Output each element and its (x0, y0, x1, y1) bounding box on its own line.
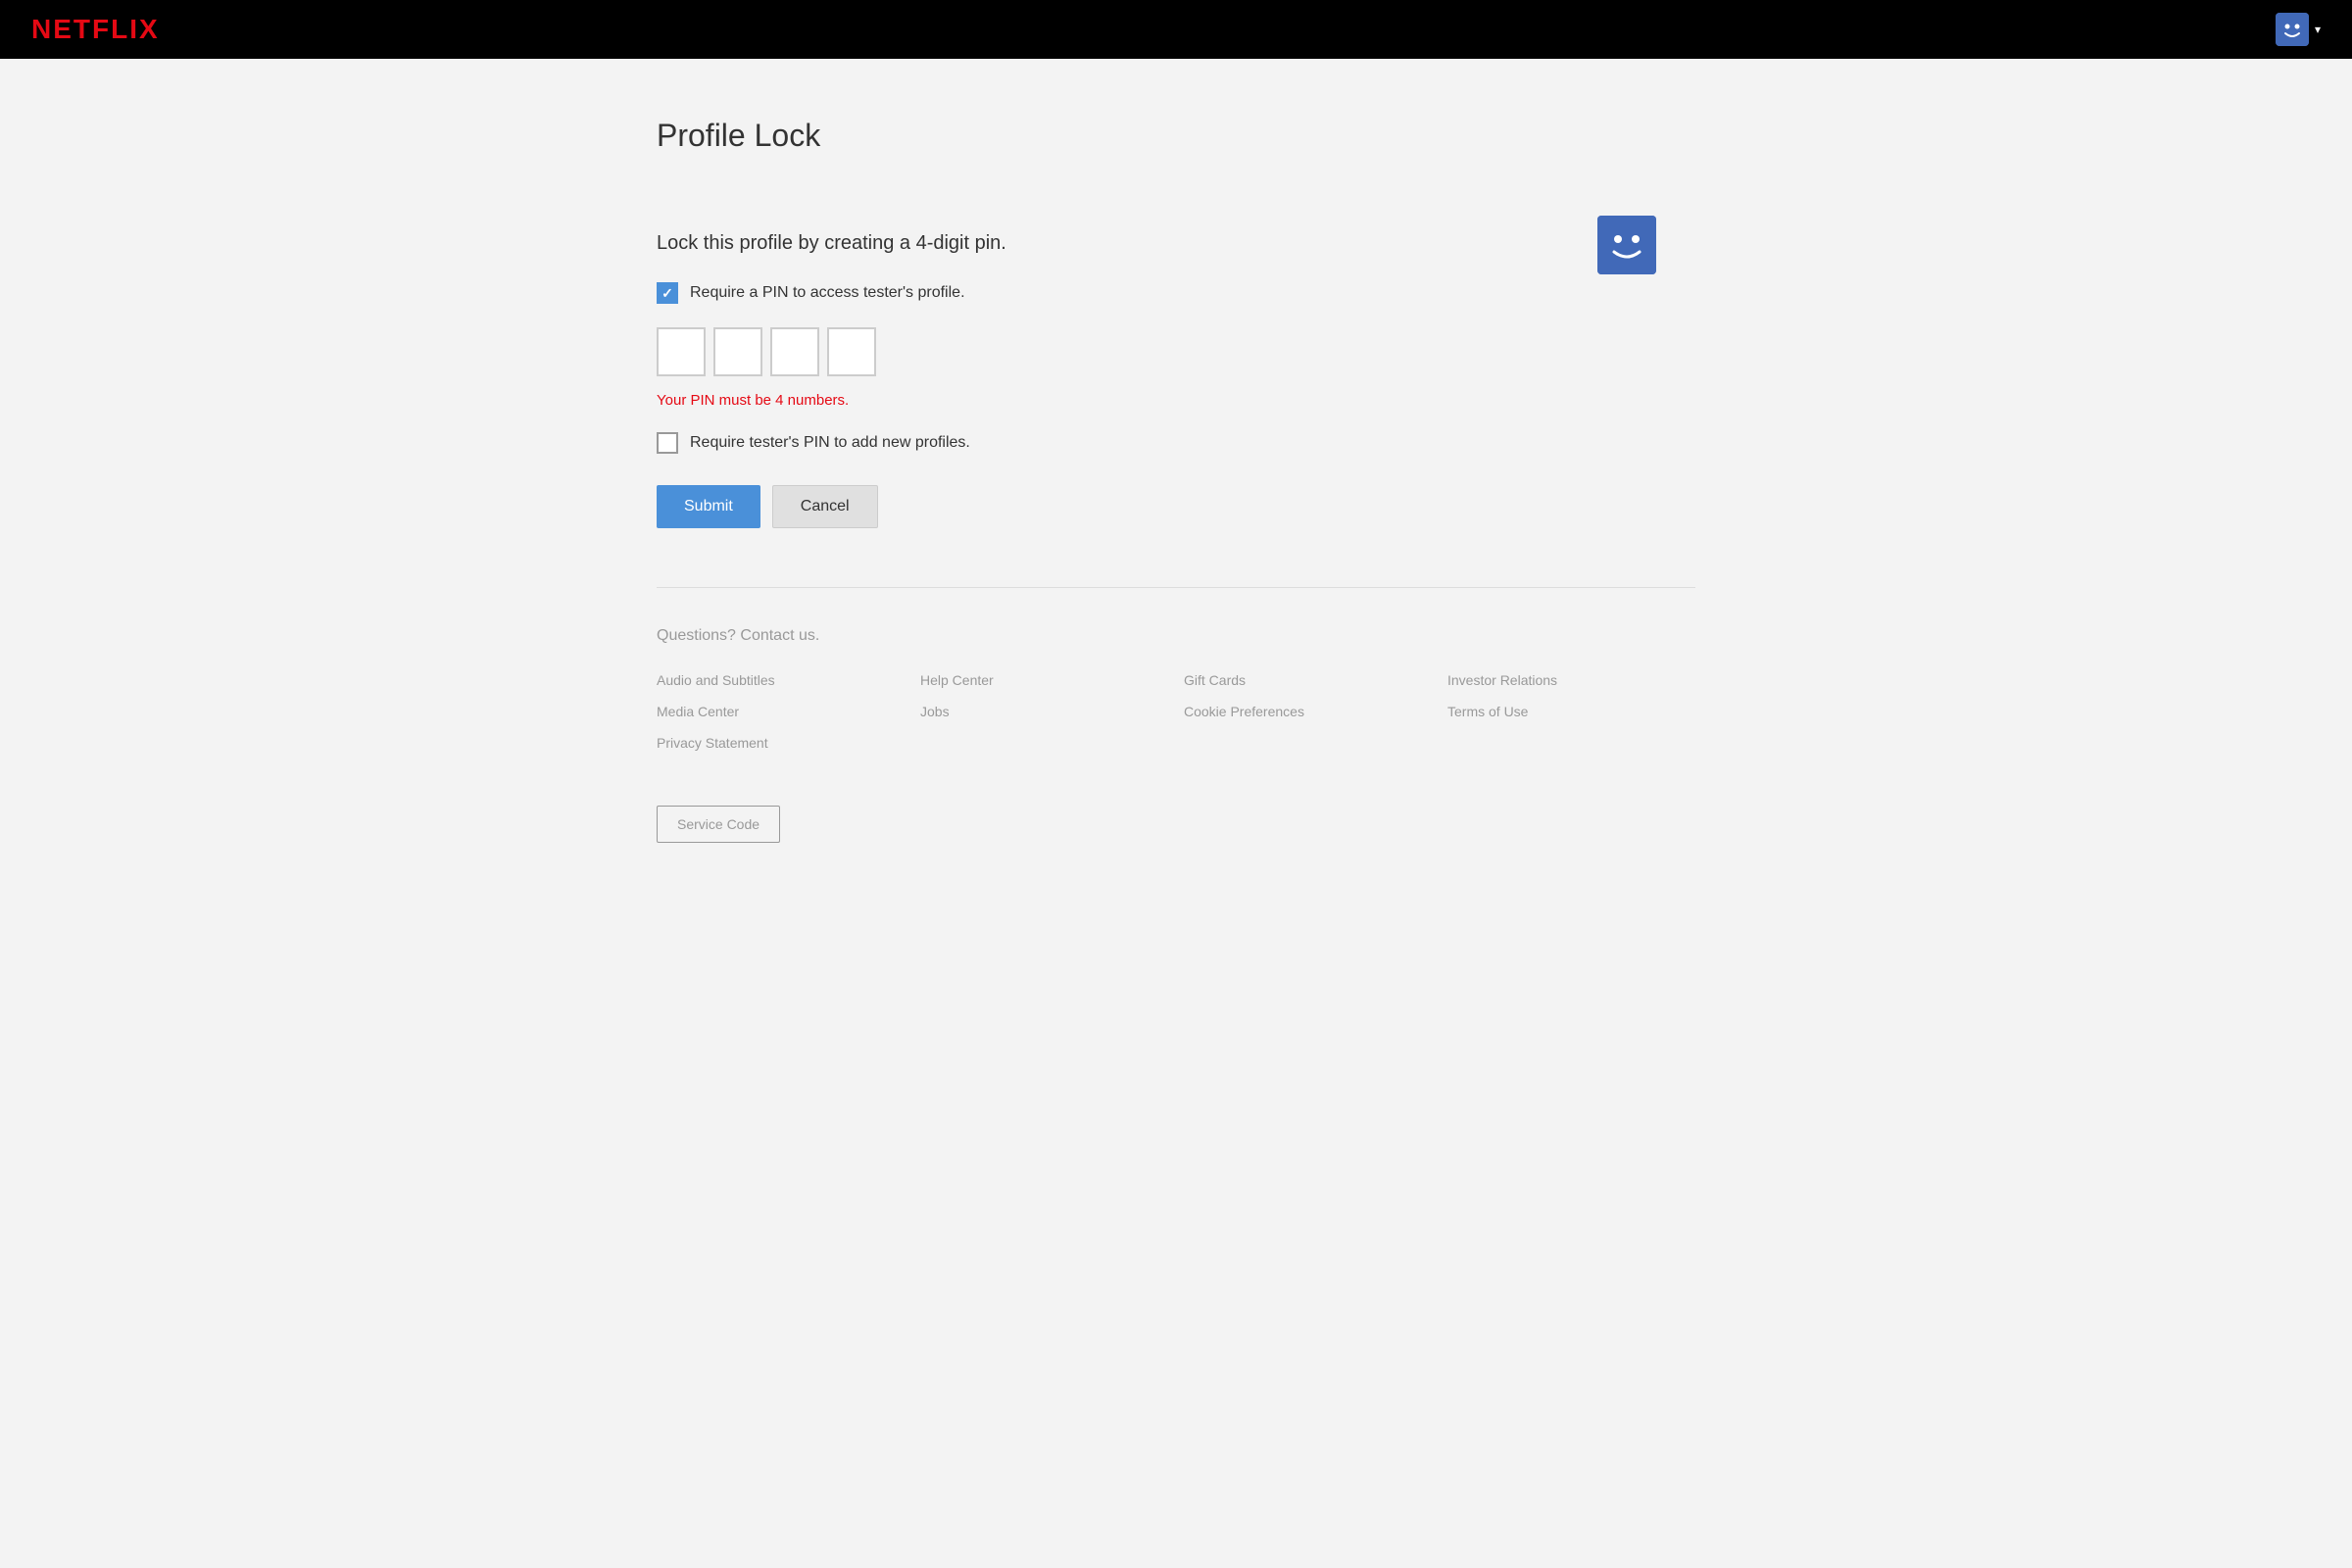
submit-button[interactable]: Submit (657, 485, 760, 528)
dropdown-arrow[interactable]: ▾ (2315, 23, 2321, 36)
pin-input-2[interactable] (713, 327, 762, 376)
checkbox2-row: Require tester's PIN to add new profiles… (657, 432, 1695, 454)
profile-avatar-header[interactable] (2276, 13, 2309, 46)
footer: Questions? Contact us. Audio and Subtitl… (657, 627, 1695, 902)
footer-link-investor-relations[interactable]: Investor Relations (1447, 672, 1695, 688)
footer-link-media-center[interactable]: Media Center (657, 704, 905, 719)
footer-divider (657, 587, 1695, 588)
profile-avatar-main (1597, 216, 1656, 274)
contact-text: Questions? Contact us. (657, 627, 1695, 645)
button-row: Submit Cancel (657, 485, 1695, 528)
checkbox1[interactable]: ✓ (657, 282, 678, 304)
footer-link-privacy[interactable]: Privacy Statement (657, 735, 905, 751)
pin-input-1[interactable] (657, 327, 706, 376)
smiley-icon-header (2276, 13, 2309, 46)
smiley-icon-main (1597, 216, 1656, 274)
footer-link-gift-cards[interactable]: Gift Cards (1184, 672, 1432, 688)
title-section: Profile Lock (657, 118, 820, 193)
checkbox1-label: Require a PIN to access tester's profile… (690, 284, 965, 302)
site-header: NETFLIX ▾ (0, 0, 2352, 59)
footer-col-4: Investor Relations Terms of Use (1447, 672, 1695, 766)
checkmark1: ✓ (662, 285, 673, 302)
footer-link-help[interactable]: Help Center (920, 672, 1168, 688)
footer-col-3: Gift Cards Cookie Preferences (1184, 672, 1432, 766)
pin-input-4[interactable] (827, 327, 876, 376)
checkbox2[interactable] (657, 432, 678, 454)
pin-error-message: Your PIN must be 4 numbers. (657, 392, 1695, 409)
page-header: Profile Lock (657, 118, 1695, 193)
page-title: Profile Lock (657, 118, 820, 154)
header-right: ▾ (2276, 13, 2321, 46)
cancel-button[interactable]: Cancel (772, 485, 878, 528)
footer-col-1: Audio and Subtitles Media Center Privacy… (657, 672, 905, 766)
footer-links-grid: Audio and Subtitles Media Center Privacy… (657, 672, 1695, 766)
checkbox2-label: Require tester's PIN to add new profiles… (690, 434, 970, 452)
subtitle: Lock this profile by creating a 4-digit … (657, 232, 1695, 255)
footer-link-audio[interactable]: Audio and Subtitles (657, 672, 905, 688)
pin-input-3[interactable] (770, 327, 819, 376)
netflix-logo: NETFLIX (31, 14, 160, 45)
footer-link-jobs[interactable]: Jobs (920, 704, 1168, 719)
footer-link-terms[interactable]: Terms of Use (1447, 704, 1695, 719)
service-code-button[interactable]: Service Code (657, 806, 780, 843)
checkbox1-row: ✓ Require a PIN to access tester's profi… (657, 282, 1695, 304)
pin-container (657, 327, 1695, 376)
footer-link-cookie-prefs[interactable]: Cookie Preferences (1184, 704, 1432, 719)
footer-col-2: Help Center Jobs (920, 672, 1168, 766)
